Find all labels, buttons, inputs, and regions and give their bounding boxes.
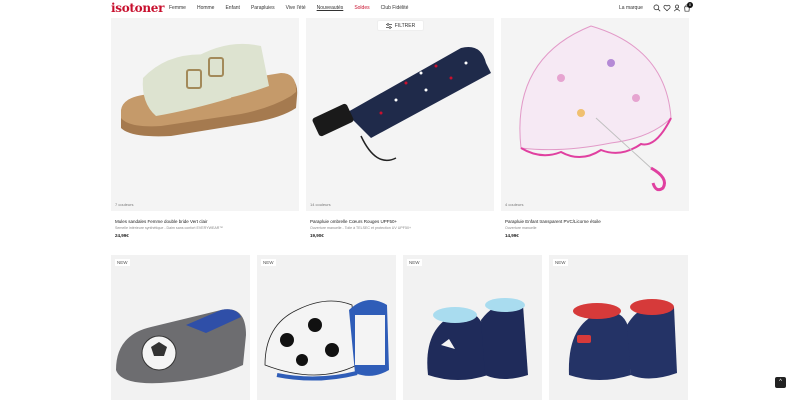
folded-umbrella-image [312,47,491,162]
filter-icon [385,22,392,29]
logo[interactable]: isotoner [111,1,164,15]
nav-vive-lete[interactable]: Vive l'été [286,5,306,11]
account-icon[interactable] [673,4,681,12]
product-name[interactable]: Mules sandales Femme double bride Vert c… [115,219,208,224]
sandal-image [121,43,298,137]
bootie-football-image [264,300,389,381]
main-nav: Femme Homme Enfant Parapluies Vive l'été… [169,5,419,11]
filter-button[interactable]: FILTRER [377,20,424,31]
new-badge: NEW [115,259,130,266]
bootie-navy-image [427,298,528,380]
product-description: Ouverture manuelle [505,226,537,230]
nav-femme[interactable]: Femme [169,5,186,11]
product-card[interactable]: NEW [111,255,250,400]
product-card[interactable]: NEW [257,255,396,400]
site-header: isotoner Femme Homme Enfant Parapluies V… [0,0,800,18]
color-count: 14 couleurs [310,202,331,207]
product-card[interactable]: NEW [549,255,688,400]
product-description: Ouverture manuelle - Toile à TELSEC et p… [310,226,412,230]
product-description: Semelle intérieure synthétique - Daim sa… [115,226,223,230]
search-icon[interactable] [653,4,661,12]
nav-enfant[interactable]: Enfant [225,5,239,11]
filter-label: FILTRER [394,22,416,29]
brand-link[interactable]: La marque [619,5,643,11]
product-price: 24,99€ [115,233,129,238]
nav-homme[interactable]: Homme [197,5,215,11]
nav-parapluies[interactable]: Parapluies [251,5,275,11]
product-name[interactable]: Parapluie Enfant transparent PVC/Licorne… [505,219,601,224]
color-count: 7 couleurs [115,202,134,207]
product-name[interactable]: Parapluie ombrelle Cœurs Rouges UPF50+ [310,219,397,224]
nav-club-fidelite[interactable]: Club Fidélité [381,5,409,11]
new-badge: NEW [261,259,276,266]
product-image[interactable]: 14 couleurs [306,18,494,211]
color-count: 4 couleurs [505,202,524,207]
product-card[interactable]: NEW [403,255,542,400]
nav-soldes[interactable]: Soldes [354,5,369,11]
product-price: 19,90€ [310,233,324,238]
nav-nouveautes[interactable]: Nouveautés [317,5,344,11]
cart-count-badge: 0 [687,2,693,8]
slipper-football-image [116,309,246,384]
product-price: 14,99€ [505,233,519,238]
product-image[interactable]: 4 couleurs [501,18,689,211]
bootie-red-navy-image [568,299,677,380]
product-card[interactable]: 14 couleurs Parapluie ombrelle Cœurs Rou… [306,18,494,248]
product-image[interactable]: 7 couleurs [111,18,299,211]
product-card[interactable]: 7 couleurs Mules sandales Femme double b… [111,18,299,248]
new-badge: NEW [553,259,568,266]
kid-umbrella-image [519,25,672,192]
back-to-top-button[interactable]: ^ [775,377,786,388]
heart-icon[interactable] [663,4,671,12]
product-card[interactable]: 4 couleurs Parapluie Enfant transparent … [501,18,689,248]
new-badge: NEW [407,259,422,266]
